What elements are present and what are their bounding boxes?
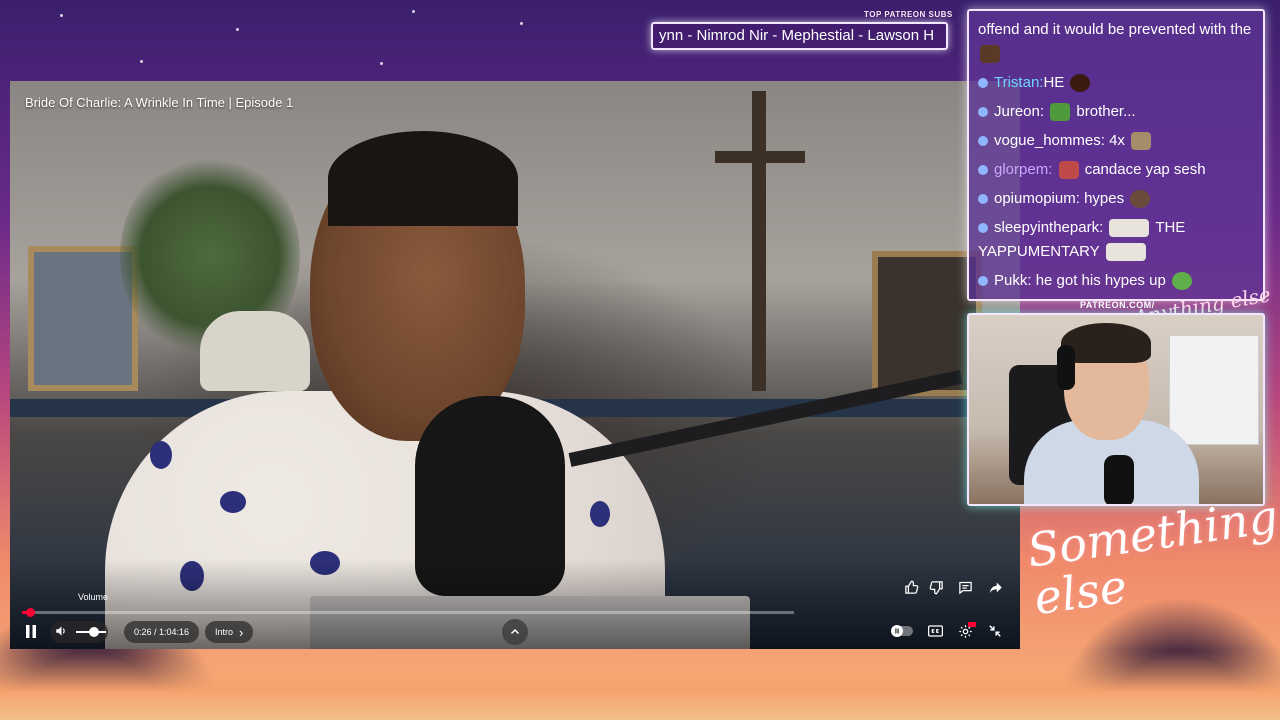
webcam-dresser xyxy=(1169,335,1259,445)
volume-icon[interactable] xyxy=(48,618,74,644)
exit-fullscreen-icon[interactable] xyxy=(982,618,1008,644)
chat-message-text: he got his hypes up xyxy=(1035,272,1166,289)
chat-message: sleepyinthepark: THE YAPPUMENTARY xyxy=(978,216,1254,264)
video-frame-pot xyxy=(200,311,310,391)
emote-icon xyxy=(1070,74,1091,93)
chat-message: offend and it would be prevented with th… xyxy=(978,18,1254,66)
star-decoration xyxy=(520,22,523,25)
pause-icon[interactable] xyxy=(18,618,44,644)
share-icon[interactable] xyxy=(982,574,1008,600)
captions-icon[interactable] xyxy=(922,618,948,644)
chat-username[interactable]: vogue_hommes: xyxy=(994,132,1105,149)
time-display: 0:26 / 1:04:16 xyxy=(124,621,200,643)
chat-message: Tristan:HE xyxy=(978,71,1254,95)
chat-message: opiumopium: hypes xyxy=(978,187,1254,211)
video-frame-pattern xyxy=(220,491,246,513)
chat-message: vogue_hommes: 4x xyxy=(978,129,1254,153)
webcam-microphone xyxy=(1104,455,1134,504)
chat-badge-icon xyxy=(978,136,988,147)
chevron-right-icon: › xyxy=(239,624,244,640)
chat-username[interactable]: Pukk: xyxy=(994,272,1032,289)
patreon-subs-ticker: ynn - Nimrod Nir - Mephestial - Lawson H xyxy=(651,22,948,50)
emote-icon xyxy=(980,45,1000,64)
chat-username[interactable]: sleepyinthepark: xyxy=(994,219,1103,236)
webcam-headphones xyxy=(1057,345,1075,390)
video-title[interactable]: Bride Of Charlie: A Wrinkle In Time | Ep… xyxy=(25,95,293,110)
sunset-wave xyxy=(0,650,1280,720)
chat-badge-icon xyxy=(978,165,988,176)
chapter-button[interactable]: Intro › xyxy=(205,621,254,643)
patreon-subs-label: TOP PATREON SUBS xyxy=(864,10,953,19)
video-player[interactable]: Bride Of Charlie: A Wrinkle In Time | Ep… xyxy=(10,81,1020,649)
comment-icon[interactable] xyxy=(952,574,978,600)
emote-icon xyxy=(1105,243,1146,262)
star-decoration xyxy=(380,62,383,65)
chat-message: Jureon: brother... xyxy=(978,100,1254,124)
chat-message-text: HE xyxy=(1043,74,1065,91)
star-decoration xyxy=(236,28,239,31)
chat-message: Pukk: he got his hypes up xyxy=(978,269,1254,293)
chapter-label: Intro xyxy=(215,627,234,637)
chat-username[interactable]: Jureon: xyxy=(994,103,1044,120)
like-icon[interactable] xyxy=(898,574,924,600)
emote-icon xyxy=(1050,103,1071,122)
chat-message-text: hypes xyxy=(1084,190,1125,207)
video-frame-pattern xyxy=(590,501,610,527)
chat-message: glorpem: candace yap sesh xyxy=(978,158,1254,182)
chat-badge-icon xyxy=(978,78,988,89)
emote-icon xyxy=(1171,272,1192,291)
progress-bar[interactable] xyxy=(22,608,794,617)
webcam-feed xyxy=(967,313,1265,506)
emote-icon xyxy=(1131,132,1152,151)
volume-tooltip: Volume xyxy=(78,592,109,602)
chat-message-text: 4x xyxy=(1109,132,1125,149)
emote-icon xyxy=(1130,190,1151,209)
chat-badge-icon xyxy=(978,107,988,118)
chat-message-text: candace yap sesh xyxy=(1084,161,1206,178)
video-speaker-hair xyxy=(328,131,518,226)
chat-panel: offend and it would be prevented with th… xyxy=(967,9,1265,301)
chat-message-text: offend and it would be prevented with th… xyxy=(978,21,1252,38)
chat-badge-icon xyxy=(978,223,988,234)
emote-icon xyxy=(1109,219,1150,238)
video-frame-picture xyxy=(872,251,982,396)
settings-gear-icon[interactable] xyxy=(952,618,978,644)
video-frame-crucifix xyxy=(752,91,766,391)
chat-message-text: brother... xyxy=(1076,103,1136,120)
chat-badge-icon xyxy=(978,194,988,205)
emote-icon xyxy=(1058,161,1079,180)
chat-username[interactable]: glorpem: xyxy=(994,161,1052,178)
autoplay-toggle-icon[interactable] xyxy=(889,618,915,644)
chat-username[interactable]: Tristan: xyxy=(994,74,1043,91)
dislike-icon[interactable] xyxy=(923,574,949,600)
star-decoration xyxy=(412,10,415,13)
video-frame-pattern xyxy=(150,441,172,469)
hd-badge xyxy=(968,622,976,627)
chat-badge-icon xyxy=(978,276,988,287)
star-decoration xyxy=(140,60,143,63)
time-text: 0:26 / 1:04:16 xyxy=(134,627,190,637)
chat-username[interactable]: opiumopium: xyxy=(994,190,1080,207)
chevron-up-icon[interactable] xyxy=(502,619,528,645)
volume-slider-knob[interactable] xyxy=(89,627,99,637)
star-decoration xyxy=(60,14,63,17)
